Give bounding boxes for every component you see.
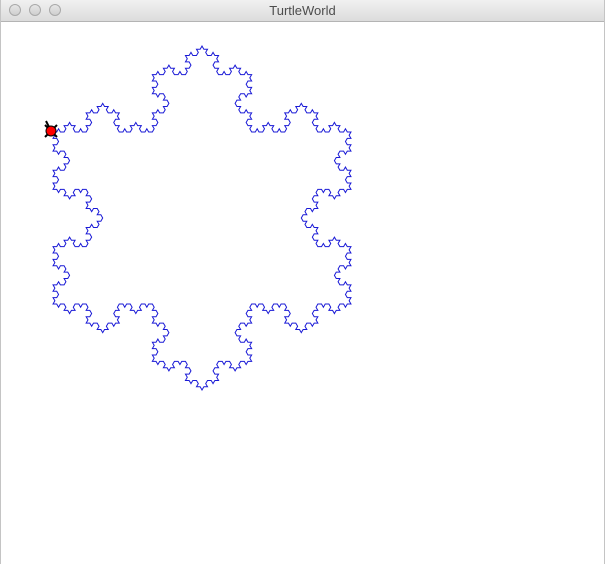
koch-snowflake-path — [52, 44, 352, 392]
turtleworld-window: TurtleWorld — [0, 0, 605, 564]
window-title: TurtleWorld — [269, 3, 336, 18]
turtle-canvas[interactable] — [1, 22, 604, 564]
koch-snowflake-drawing — [44, 44, 352, 392]
window-titlebar[interactable]: TurtleWorld — [1, 0, 604, 22]
turtle-icon — [44, 120, 58, 138]
turtle-body — [45, 125, 57, 137]
